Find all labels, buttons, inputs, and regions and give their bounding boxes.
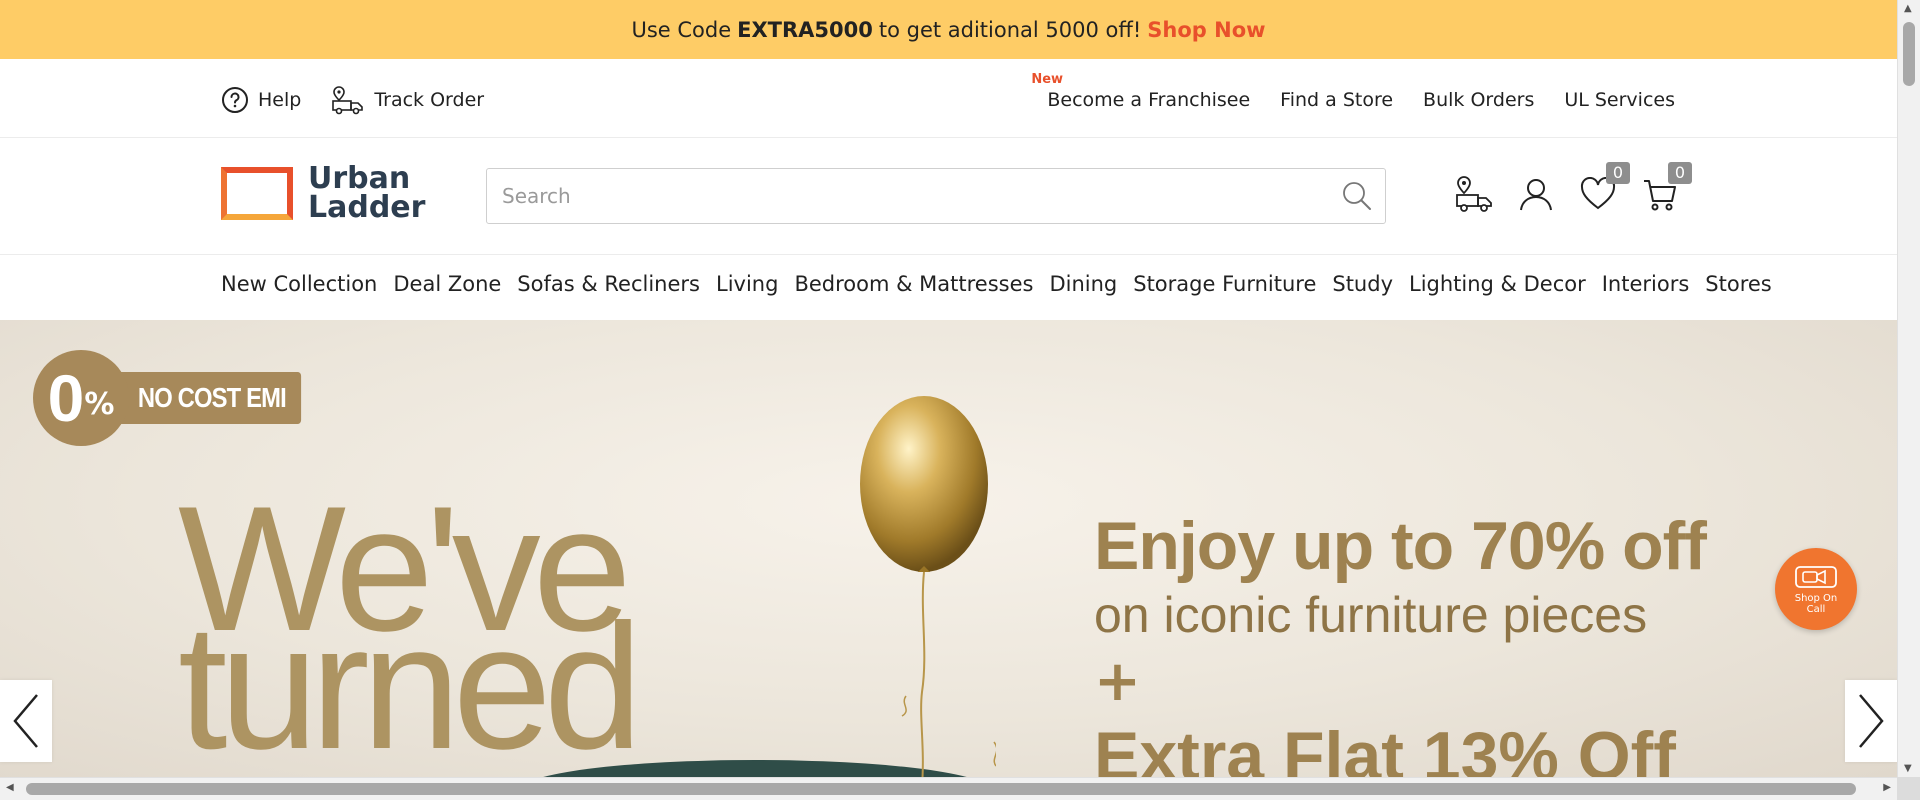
category-list: New Collection Deal Zone Sofas & Recline… [221,272,1772,296]
nav-storage-furniture[interactable]: Storage Furniture [1133,272,1316,296]
nav-dining[interactable]: Dining [1049,272,1117,296]
offer-line-1: Enjoy up to 70% off [1094,508,1707,584]
scroll-right-arrow-icon[interactable]: ▶ [1883,782,1891,793]
carousel-prev-button[interactable] [0,680,52,762]
logo-text: Urban Ladder [308,161,426,225]
promo-suffix: to get aditional 5000 off! [878,17,1142,42]
offer-plus: + [1094,649,1141,714]
promo-code: EXTRA5000 [737,17,873,42]
nav-sofas-recliners[interactable]: Sofas & Recliners [517,272,700,296]
track-order-header-button[interactable] [1454,174,1494,214]
emi-text: NO COST EMI [109,372,302,424]
promo-prefix: Use Code [631,17,732,42]
nav-lighting-decor[interactable]: Lighting & Decor [1409,272,1586,296]
promo-bar: Use Code EXTRA5000 to get aditional 5000… [0,0,1897,59]
scroll-up-arrow-icon[interactable]: ▲ [1904,3,1912,14]
wishlist-button[interactable]: 0 [1578,162,1630,214]
scrollbar-corner [1897,777,1920,800]
logo-line-1: Urban [308,161,411,196]
offer-text: Enjoy up to 70% off on iconic furniture … [1094,508,1707,777]
bulk-orders-link[interactable]: Bulk Orders [1423,89,1534,111]
new-badge: New [1031,72,1064,87]
emi-circle: 0 % [33,350,129,446]
category-nav: New Collection Deal Zone Sofas & Recline… [0,255,1897,319]
find-store-link[interactable]: Find a Store [1280,89,1393,111]
user-icon [1520,179,1552,211]
nav-stores[interactable]: Stores [1705,272,1771,296]
urban-ladder-logo[interactable]: Urban Ladder [221,161,426,225]
become-franchisee-link[interactable]: New Become a Franchisee [1031,72,1251,111]
logo-line-2: Ladder [308,190,426,225]
vertical-scrollbar[interactable]: ▲ ▼ [1897,0,1920,777]
nav-deal-zone[interactable]: Deal Zone [393,272,501,296]
utility-left: Help Track Order [221,85,484,115]
wishlist-count-badge: 0 [1606,162,1630,184]
account-button[interactable] [1516,174,1556,214]
cart-button[interactable]: 0 [1640,162,1692,214]
become-franchisee-label: Become a Franchisee [1047,89,1251,111]
shop-on-call-button[interactable]: Shop On Call [1775,548,1857,630]
gold-balloon-image [860,396,996,777]
utility-bar: Help Track Order New Become a Franchisee [0,59,1897,138]
nav-living[interactable]: Living [716,272,778,296]
horizontal-scroll-thumb[interactable] [26,783,1856,795]
ul-services-link[interactable]: UL Services [1564,89,1675,111]
page-viewport: Use Code EXTRA5000 to get aditional 5000… [0,0,1897,777]
hero-banner[interactable]: 0 % NO COST EMI We've turned Enjoy up to… [0,320,1897,777]
help-label: Help [258,89,302,111]
nav-bedroom-mattresses[interactable]: Bedroom & Mattresses [794,272,1033,296]
help-link[interactable]: Help [221,86,301,114]
no-cost-emi-badge: 0 % NO COST EMI [33,350,335,446]
shop-now-link[interactable]: Shop Now [1147,18,1265,42]
help-icon [222,87,248,113]
hero-headline-line-2: turned [178,587,643,777]
horizontal-scrollbar[interactable]: ◀ ▶ [0,777,1897,800]
vertical-scroll-thumb[interactable] [1903,22,1915,86]
cart-count-badge: 0 [1668,162,1692,184]
emi-percent: % [84,386,115,422]
track-order-link[interactable]: Track Order [331,85,484,115]
logo-mark-icon [221,166,293,220]
chevron-left-icon [13,694,38,748]
search-box [486,168,1386,224]
track-order-label: Track Order [374,89,485,111]
header-icons: 0 0 [1454,162,1692,214]
hero-headline: We've turned [178,480,643,777]
scroll-left-arrow-icon[interactable]: ◀ [6,782,14,793]
nav-interiors[interactable]: Interiors [1602,272,1690,296]
delivery-truck-icon [332,86,364,115]
video-call-icon [1795,565,1837,588]
main-header: Urban Ladder Search 0 0 [0,138,1897,255]
utility-right: New Become a Franchisee Find a Store Bul… [1031,72,1675,111]
offer-line-3: Extra Flat 13% Off [1094,718,1676,777]
shop-on-call-label: Shop On Call [1794,592,1838,615]
search-icon[interactable] [1341,180,1373,212]
chevron-right-icon [1859,694,1884,748]
carousel-next-button[interactable] [1845,680,1897,762]
search-input[interactable] [487,169,1307,223]
emi-zero: 0 [47,361,85,435]
nav-study[interactable]: Study [1332,272,1393,296]
delivery-truck-icon [1456,176,1492,212]
scroll-down-arrow-icon[interactable]: ▼ [1904,763,1912,774]
offer-line-2: on iconic furniture pieces [1094,587,1648,643]
nav-new-collection[interactable]: New Collection [221,272,377,296]
